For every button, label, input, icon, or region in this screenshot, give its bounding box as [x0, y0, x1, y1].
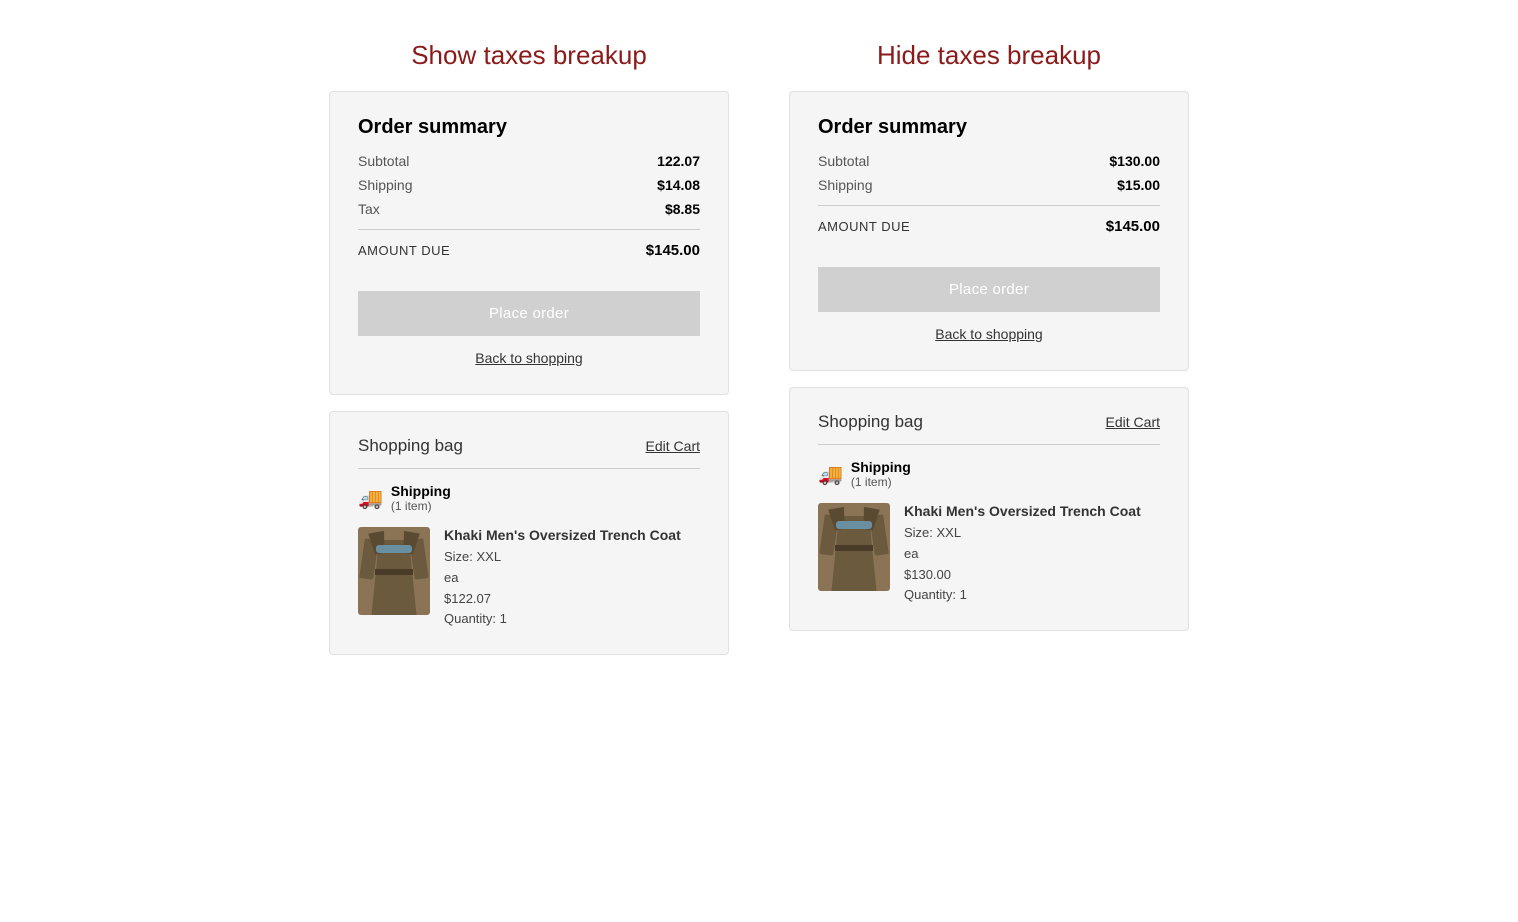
- left-coat-belt: [375, 569, 413, 575]
- left-shipping-bag-label: Shipping: [391, 483, 451, 499]
- left-product-size: Size: XXL: [444, 547, 681, 568]
- right-product-name: Khaki Men's Oversized Trench Coat: [904, 503, 1141, 519]
- left-product-row: Khaki Men's Oversized Trench Coat Size: …: [358, 527, 700, 630]
- left-shipping-bag-row: 🚚 Shipping (1 item): [358, 483, 700, 513]
- right-order-heading: Order summary: [818, 116, 1160, 139]
- left-column: Show taxes breakup Order summary Subtota…: [329, 40, 729, 655]
- right-shipping-value: $15.00: [1117, 177, 1160, 193]
- left-product-unit: ea: [444, 568, 681, 589]
- left-product-price: $122.07: [444, 589, 681, 610]
- right-coat-belt: [835, 545, 873, 551]
- right-place-order-button[interactable]: Place order: [818, 267, 1160, 312]
- right-edit-cart-link[interactable]: Edit Cart: [1106, 414, 1160, 430]
- left-order-summary-card: Order summary Subtotal 122.07 Shipping $…: [329, 91, 729, 395]
- left-subtotal-value: 122.07: [657, 153, 700, 169]
- left-subtotal-row: Subtotal 122.07: [358, 153, 700, 169]
- right-column: Hide taxes breakup Order summary Subtota…: [789, 40, 1189, 655]
- left-amount-value: $145.00: [646, 242, 700, 259]
- right-product-unit: ea: [904, 544, 1141, 565]
- left-shipping-bag-count: (1 item): [391, 499, 451, 513]
- right-product-info: Size: XXL ea $130.00 Quantity: 1: [904, 523, 1141, 606]
- right-title: Hide taxes breakup: [877, 40, 1101, 71]
- right-scarf: [836, 521, 872, 529]
- left-tax-row: Tax $8.85: [358, 201, 700, 230]
- right-product-details: Khaki Men's Oversized Trench Coat Size: …: [904, 503, 1141, 606]
- right-subtotal-value: $130.00: [1109, 153, 1160, 169]
- right-order-summary-card: Order summary Subtotal $130.00 Shipping …: [789, 91, 1189, 371]
- right-subtotal-row: Subtotal $130.00: [818, 153, 1160, 169]
- left-bag-title: Shopping bag: [358, 436, 463, 456]
- left-tax-label: Tax: [358, 201, 380, 217]
- right-amount-value: $145.00: [1106, 218, 1160, 235]
- left-product-name: Khaki Men's Oversized Trench Coat: [444, 527, 681, 543]
- right-shipping-info: Shipping (1 item): [851, 459, 911, 489]
- left-scarf: [376, 545, 412, 553]
- left-product-details: Khaki Men's Oversized Trench Coat Size: …: [444, 527, 681, 630]
- right-shipping-row: Shipping $15.00: [818, 177, 1160, 206]
- right-product-size: Size: XXL: [904, 523, 1141, 544]
- right-bag-title: Shopping bag: [818, 412, 923, 432]
- left-back-to-shopping-link[interactable]: Back to shopping: [358, 350, 700, 366]
- left-title: Show taxes breakup: [411, 40, 647, 71]
- right-shopping-bag-card: Shopping bag Edit Cart 🚚 Shipping (1 ite…: [789, 387, 1189, 631]
- left-truck-icon: 🚚: [358, 486, 383, 511]
- left-tax-value: $8.85: [665, 201, 700, 217]
- right-product-quantity: Quantity: 1: [904, 585, 1141, 606]
- right-shipping-bag-count: (1 item): [851, 475, 911, 489]
- right-product-image: [818, 503, 890, 591]
- right-product-price: $130.00: [904, 565, 1141, 586]
- left-product-image: [358, 527, 430, 615]
- left-product-info: Size: XXL ea $122.07 Quantity: 1: [444, 547, 681, 630]
- left-amount-row: AMOUNT DUE $145.00: [358, 242, 700, 259]
- right-bag-divider: [818, 444, 1160, 445]
- left-shipping-value: $14.08: [657, 177, 700, 193]
- right-back-to-shopping-link[interactable]: Back to shopping: [818, 326, 1160, 342]
- left-shipping-label: Shipping: [358, 177, 413, 193]
- left-shipping-row: Shipping $14.08: [358, 177, 700, 193]
- left-subtotal-label: Subtotal: [358, 153, 409, 169]
- right-subtotal-label: Subtotal: [818, 153, 869, 169]
- left-shipping-info: Shipping (1 item): [391, 483, 451, 513]
- right-shipping-bag-label: Shipping: [851, 459, 911, 475]
- right-amount-row: AMOUNT DUE $145.00: [818, 218, 1160, 235]
- left-amount-label: AMOUNT DUE: [358, 243, 450, 258]
- right-bag-header: Shopping bag Edit Cart: [818, 412, 1160, 432]
- right-shipping-label: Shipping: [818, 177, 873, 193]
- left-bag-header: Shopping bag Edit Cart: [358, 436, 700, 456]
- left-bag-divider: [358, 468, 700, 469]
- left-edit-cart-link[interactable]: Edit Cart: [646, 438, 700, 454]
- left-product-quantity: Quantity: 1: [444, 609, 681, 630]
- right-amount-label: AMOUNT DUE: [818, 219, 910, 234]
- right-shipping-bag-row: 🚚 Shipping (1 item): [818, 459, 1160, 489]
- left-place-order-button[interactable]: Place order: [358, 291, 700, 336]
- left-order-heading: Order summary: [358, 116, 700, 139]
- right-truck-icon: 🚚: [818, 462, 843, 487]
- left-shopping-bag-card: Shopping bag Edit Cart 🚚 Shipping (1 ite…: [329, 411, 729, 655]
- right-product-row: Khaki Men's Oversized Trench Coat Size: …: [818, 503, 1160, 606]
